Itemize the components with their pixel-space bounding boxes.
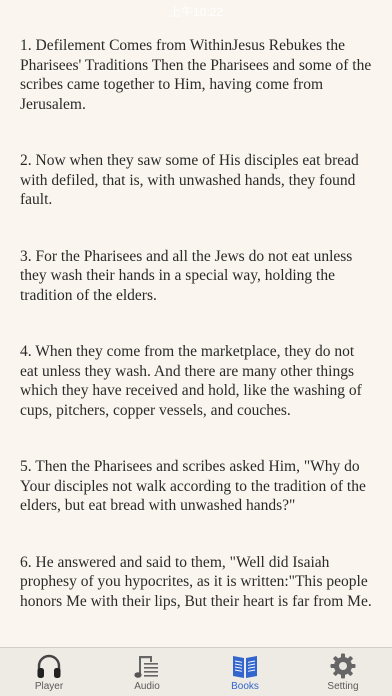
verse-text: 1. Defilement Comes from WithinJesus Reb… [20, 37, 372, 113]
tab-label: Books [231, 681, 259, 692]
verse-text: 3. For the Pharisees and all the Jews do… [20, 247, 353, 304]
tab-books[interactable]: Books [196, 648, 294, 696]
tab-setting[interactable]: Setting [294, 648, 392, 696]
tab-label: Player [34, 681, 64, 692]
verse-text: 4. When they come from the marketplace, … [20, 343, 362, 419]
tab-bar: Player Audio Books Setting [0, 647, 392, 696]
book-icon [233, 656, 257, 678]
music-note-icon [134, 656, 158, 678]
status-time: 上午10:22 [168, 5, 224, 19]
headphones-icon [37, 654, 61, 678]
verse-list[interactable]: 1. Defilement Comes from WithinJesus Reb… [20, 36, 376, 696]
tab-audio[interactable]: Audio [98, 648, 196, 696]
verse-text: 5. Then the Pharisees and scribes asked … [20, 458, 366, 514]
tab-player[interactable]: Player [0, 648, 98, 696]
status-bar: 上午10:22 [0, 0, 392, 20]
verse-text: 2. Now when they saw some of His discipl… [20, 152, 359, 208]
verse-text: 6. He answered and said to them, "Well d… [20, 553, 372, 610]
gear-icon [330, 653, 356, 679]
tab-label: Setting [327, 681, 359, 692]
tab-label: Audio [134, 681, 160, 692]
